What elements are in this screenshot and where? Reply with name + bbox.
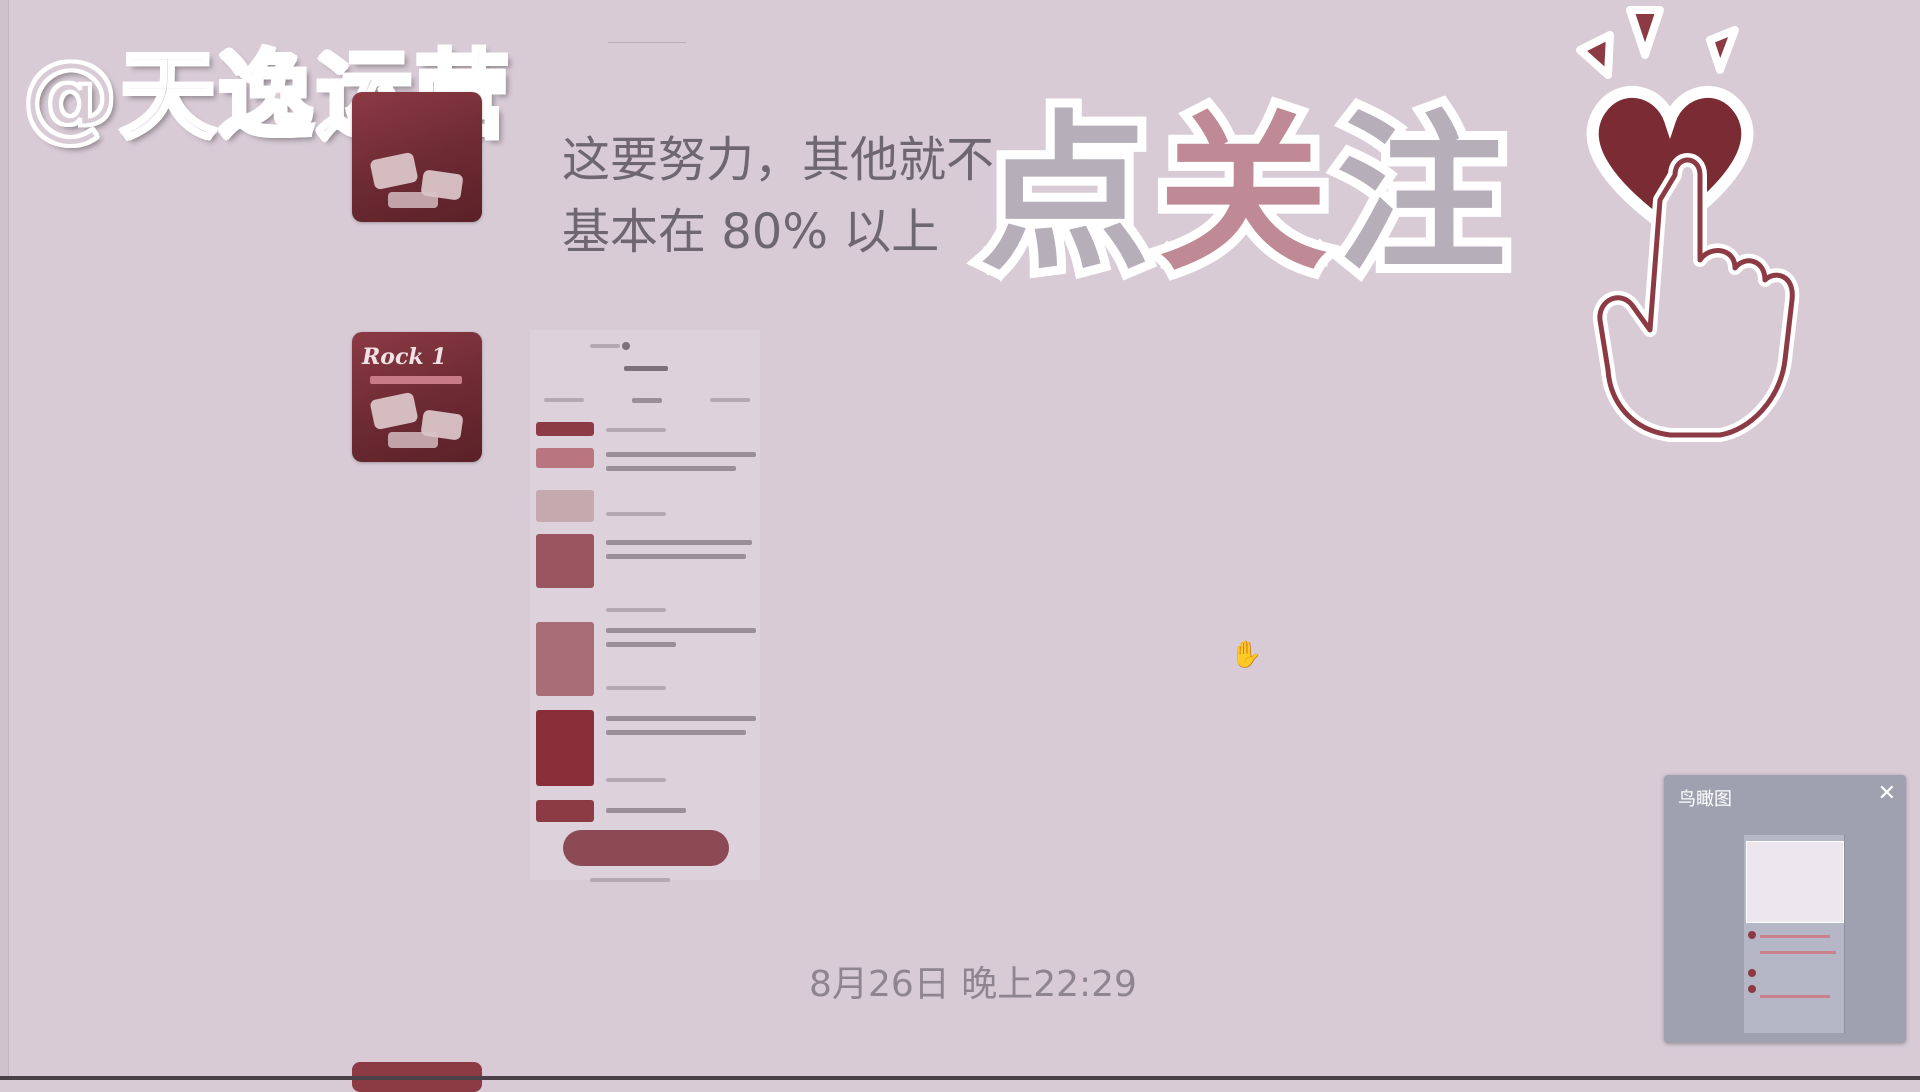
navigator-panel[interactable]: 鸟瞰图 ✕ — [1664, 775, 1906, 1043]
follow-overlay-text: 点关注 — [971, 96, 1515, 294]
message-text-line-2: 基本在 80% 以上 — [562, 204, 940, 260]
image-message-screenshot[interactable] — [530, 330, 760, 882]
follow-char-2: 关 — [1149, 96, 1337, 294]
navigator-preview[interactable] — [1744, 835, 1845, 1033]
follow-char-1: 点 — [971, 96, 1159, 294]
left-scroll-edge — [0, 0, 9, 1080]
chat-timestamp: 8月26日 晚上22:29 — [809, 964, 1137, 1005]
message-text-line-1: 这要努力，其他就不 — [562, 132, 995, 188]
image-cta-button[interactable] — [563, 830, 729, 866]
divider — [608, 42, 686, 43]
avatar-title: Rock 1 — [362, 344, 447, 370]
follow-char-3: 注 — [1327, 96, 1515, 294]
sender-avatar[interactable]: Rock 1 — [352, 332, 482, 462]
sender-avatar[interactable] — [352, 92, 482, 222]
navigator-title: 鸟瞰图 — [1678, 789, 1732, 810]
heart-hand-icon — [1576, 6, 1800, 442]
hand-cursor-icon: ✋ — [1230, 640, 1263, 670]
navigator-viewport[interactable] — [1746, 841, 1844, 923]
bottom-divider — [0, 1076, 1920, 1080]
close-icon[interactable]: ✕ — [1878, 781, 1896, 806]
